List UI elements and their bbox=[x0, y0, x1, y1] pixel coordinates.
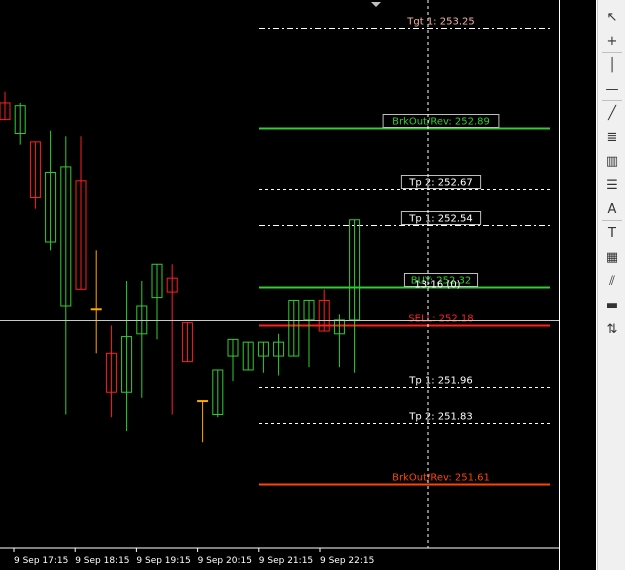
toolbar-separator bbox=[602, 100, 622, 101]
level-label: Tp 1: 251.96 bbox=[408, 376, 473, 387]
chart-canvas[interactable]: Tgt 1: 253.25 BrkOut/Rev: 252.89 Tp 2: 252… bbox=[0, 0, 596, 570]
fib-fan-icon[interactable]: ☰ bbox=[601, 174, 623, 196]
time-tick-label: 9 Sep 18:15 bbox=[75, 556, 129, 566]
text-label-icon[interactable]: T bbox=[601, 222, 623, 244]
toolbar-separator bbox=[602, 220, 622, 221]
toolbar-separator bbox=[602, 52, 622, 53]
drawing-toolbar: ↖ + │ — ╱ ≣ ▥ ☰ A T ▦ ⫽ ▬ ⇅ bbox=[597, 0, 625, 570]
equidistant-channel-icon[interactable]: ▥ bbox=[601, 150, 623, 172]
candle-body bbox=[197, 400, 209, 403]
rectangle-icon[interactable]: ▬ bbox=[601, 294, 623, 316]
fibonacci-icon[interactable]: ≣ bbox=[601, 126, 623, 148]
vertical-line-icon[interactable]: │ bbox=[601, 54, 623, 76]
level-label: Tp 1: 252.54 bbox=[408, 214, 473, 225]
time-tick-label: 9 Sep 19:15 bbox=[136, 556, 190, 566]
text-icon[interactable]: A bbox=[601, 198, 623, 220]
time-tick-label: 9 Sep 21:15 bbox=[259, 556, 313, 566]
price-axis bbox=[559, 0, 596, 570]
horizontal-line-icon[interactable]: — bbox=[601, 78, 623, 100]
candle-body bbox=[90, 308, 102, 311]
level-label: Tp 2: 252.67 bbox=[408, 178, 473, 189]
crosshair-icon[interactable]: + bbox=[601, 30, 623, 52]
arrows-icon[interactable]: ⇅ bbox=[601, 318, 623, 340]
time-tick-label: 9 Sep 20:15 bbox=[198, 556, 252, 566]
time-tick-label: 9 Sep 22:15 bbox=[320, 556, 374, 566]
countdown-label: 13:16 (0) bbox=[414, 280, 460, 291]
trendline-icon[interactable]: ╱ bbox=[601, 102, 623, 124]
level-label: BrkOut/Rev: 252.89 bbox=[392, 117, 490, 128]
level-label: Tp 2: 251.83 bbox=[408, 412, 473, 423]
andrews-pitchfork-icon[interactable]: ⫽ bbox=[601, 270, 623, 292]
time-tick-label: 9 Sep 17:15 bbox=[14, 556, 68, 566]
cursor-icon[interactable]: ↖ bbox=[601, 6, 623, 28]
gann-grid-icon[interactable]: ▦ bbox=[601, 246, 623, 268]
level-label: Tgt 1: 253.25 bbox=[406, 17, 474, 28]
level-label: SELL: 252.18 bbox=[408, 314, 473, 325]
chart-area[interactable]: Tgt 1: 253.25 BrkOut/Rev: 252.89 Tp 2: 252… bbox=[0, 0, 596, 570]
level-label: BrkOut/Rev: 251.61 bbox=[392, 473, 490, 484]
chart-shift-marker bbox=[371, 2, 381, 7]
